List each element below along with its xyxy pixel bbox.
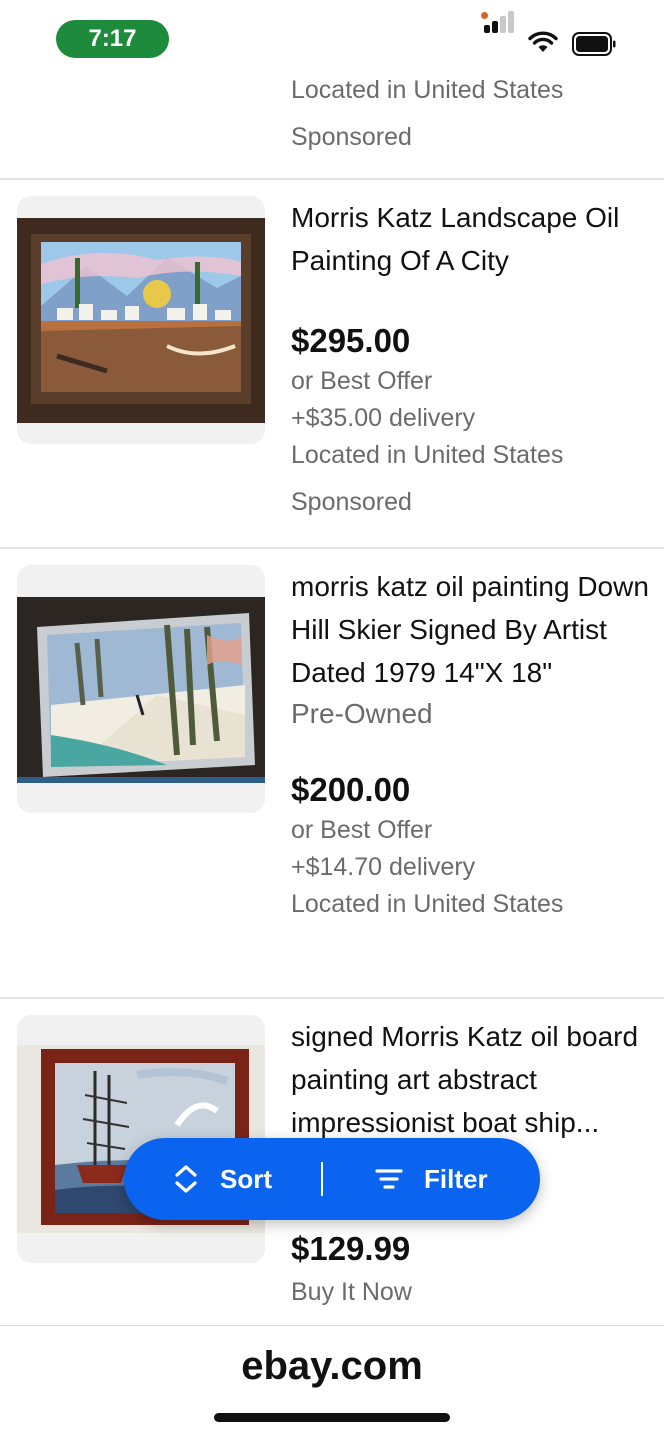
item-title[interactable]: morris katz oil painting Down Hill Skier… <box>291 565 661 694</box>
item-info: morris katz oil painting Down Hill Skier… <box>291 565 661 923</box>
item-price: $295.00 <box>291 322 411 359</box>
item-info: signed Morris Katz oil board painting ar… <box>291 1015 661 1306</box>
battery-icon <box>572 32 616 56</box>
sponsored-label: Sponsored <box>291 488 412 516</box>
item-location: Located in United States <box>291 441 564 469</box>
sort-button[interactable]: Sort <box>172 1138 272 1220</box>
item-delivery: +$14.70 delivery <box>291 853 476 881</box>
item-info: Morris Katz Landscape Oil Painting Of A … <box>291 196 661 521</box>
list-item[interactable]: Morris Katz Landscape Oil Painting Of A … <box>0 180 664 547</box>
status-bar: 7:17 <box>0 0 664 80</box>
sort-label: Sort <box>220 1163 272 1194</box>
item-delivery: +$35.00 delivery <box>291 404 476 432</box>
item-condition: Pre-Owned <box>291 698 433 729</box>
home-indicator[interactable] <box>214 1413 450 1422</box>
status-time: 7:17 <box>56 20 169 58</box>
wifi-icon <box>528 31 558 52</box>
item-thumbnail[interactable] <box>17 565 265 813</box>
sort-icon <box>175 1165 197 1193</box>
sort-filter-separator <box>321 1162 323 1196</box>
browser-address-bar[interactable]: ebay.com <box>0 1325 664 1441</box>
item-buy-now: Buy It Now <box>291 1278 412 1306</box>
item-offer: or Best Offer <box>291 816 433 844</box>
privacy-indicator-dot <box>481 12 488 19</box>
item-title[interactable]: Morris Katz Landscape Oil Painting Of A … <box>291 196 661 282</box>
filter-icon <box>375 1169 403 1189</box>
partial-list-item[interactable]: Located in United States Sponsored <box>291 72 563 156</box>
item-location: Located in United States <box>291 890 564 918</box>
url-text[interactable]: ebay.com <box>0 1344 664 1389</box>
item-price: $200.00 <box>291 771 411 808</box>
item-thumbnail[interactable] <box>17 196 265 444</box>
item-title[interactable]: signed Morris Katz oil board painting ar… <box>291 1015 661 1144</box>
list-item[interactable]: morris katz oil painting Down Hill Skier… <box>0 549 664 997</box>
sponsored-label: Sponsored <box>291 123 412 151</box>
sort-filter-bar: Sort Filter <box>124 1138 540 1220</box>
filter-label: Filter <box>424 1163 488 1194</box>
item-price: $129.99 <box>291 1230 411 1267</box>
search-results-list: Located in United States Sponsored Morri… <box>0 0 664 1325</box>
item-offer: or Best Offer <box>291 367 433 395</box>
filter-button[interactable]: Filter <box>374 1138 488 1220</box>
